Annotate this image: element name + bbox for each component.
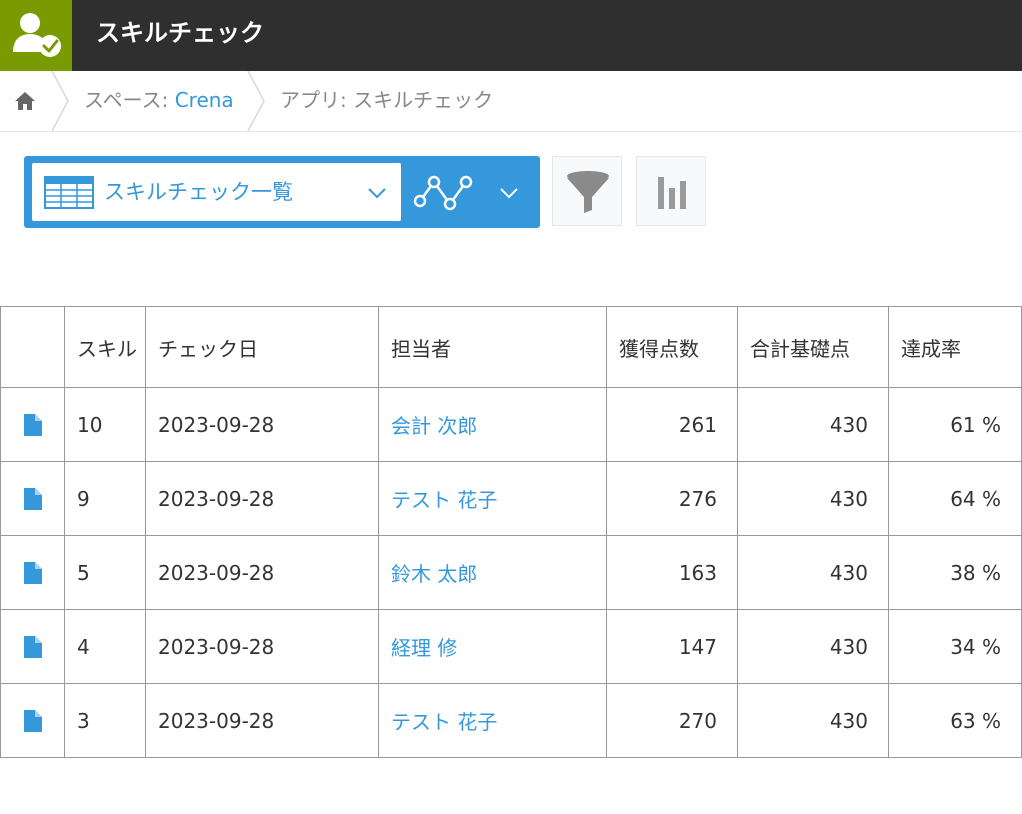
- column-header[interactable]: 担当者: [378, 306, 607, 388]
- skill-id-cell: 3: [64, 683, 146, 758]
- table-header-row: スキル チェック日 担当者 獲得点数 合計基礎点 達成率: [0, 306, 1022, 388]
- base-points-cell: 430: [737, 387, 889, 462]
- date-cell: 2023-09-28: [145, 609, 379, 684]
- chart-button[interactable]: [636, 156, 706, 226]
- view-select[interactable]: スキルチェック一覧: [32, 163, 401, 221]
- breadcrumb-app: アプリ: スキルチェック: [280, 88, 494, 112]
- record-link-cell: [0, 609, 65, 684]
- base-points-cell: 430: [737, 683, 889, 758]
- breadcrumb-separator: [51, 71, 69, 131]
- rate-cell: 64 %: [888, 461, 1022, 536]
- table-grid-icon: [44, 176, 94, 209]
- record-link-cell: [0, 387, 65, 462]
- document-icon[interactable]: [23, 487, 43, 511]
- table-row: 3 2023-09-28 テスト 花子 270 430 63 %: [0, 683, 1022, 758]
- document-icon[interactable]: [23, 413, 43, 437]
- date-cell: 2023-09-28: [145, 461, 379, 536]
- rate-cell: 61 %: [888, 387, 1022, 462]
- header-icon-cell: [0, 306, 65, 388]
- column-header[interactable]: 獲得点数: [606, 306, 738, 388]
- rate-cell: 63 %: [888, 683, 1022, 758]
- user-link[interactable]: 経理 修: [378, 609, 607, 684]
- points-cell: 163: [606, 535, 738, 610]
- record-link-cell: [0, 535, 65, 610]
- points-cell: 276: [606, 461, 738, 536]
- document-icon[interactable]: [23, 709, 43, 733]
- date-cell: 2023-09-28: [145, 387, 379, 462]
- column-header[interactable]: チェック日: [145, 306, 379, 388]
- base-points-cell: 430: [737, 535, 889, 610]
- date-cell: 2023-09-28: [145, 683, 379, 758]
- base-points-cell: 430: [737, 461, 889, 536]
- skill-id-cell: 5: [64, 535, 146, 610]
- app-header: スキルチェック: [0, 0, 1022, 71]
- home-icon[interactable]: [12, 89, 38, 113]
- user-link[interactable]: テスト 花子: [378, 683, 607, 758]
- breadcrumb-separator: [247, 71, 265, 131]
- records-table: スキル チェック日 担当者 獲得点数 合計基礎点 達成率 10 2023-09-…: [0, 306, 1022, 758]
- skill-id-cell: 4: [64, 609, 146, 684]
- chevron-down-icon: [368, 188, 386, 199]
- view-bar: スキルチェック一覧: [24, 156, 540, 228]
- points-cell: 261: [606, 387, 738, 462]
- record-link-cell: [0, 461, 65, 536]
- base-points-cell: 430: [737, 609, 889, 684]
- chevron-down-icon[interactable]: [499, 186, 519, 200]
- bar-chart-icon: [658, 177, 686, 209]
- document-icon[interactable]: [23, 561, 43, 585]
- column-header[interactable]: 達成率: [888, 306, 1022, 388]
- rate-cell: 34 %: [888, 609, 1022, 684]
- table-row: 9 2023-09-28 テスト 花子 276 430 64 %: [0, 461, 1022, 536]
- user-link[interactable]: 会計 次郎: [378, 387, 607, 462]
- document-icon[interactable]: [23, 635, 43, 659]
- table-row: 10 2023-09-28 会計 次郎 261 430 61 %: [0, 387, 1022, 462]
- breadcrumb: スペース: Crena アプリ: スキルチェック: [0, 71, 1022, 132]
- skill-id-cell: 10: [64, 387, 146, 462]
- space-link[interactable]: Crena: [175, 88, 234, 112]
- filter-button[interactable]: [552, 156, 622, 226]
- skill-id-cell: 9: [64, 461, 146, 536]
- record-link-cell: [0, 683, 65, 758]
- column-header[interactable]: スキル: [64, 306, 146, 388]
- line-graph-icon[interactable]: [413, 172, 475, 212]
- table-row: 4 2023-09-28 経理 修 147 430 34 %: [0, 609, 1022, 684]
- breadcrumb-space-prefix: スペース:: [84, 88, 175, 112]
- points-cell: 147: [606, 609, 738, 684]
- filter-funnel-icon: [567, 171, 609, 213]
- app-title: スキルチェック: [96, 19, 264, 47]
- breadcrumb-space: スペース: Crena: [84, 71, 234, 129]
- user-check-icon[interactable]: [0, 0, 72, 71]
- rate-cell: 38 %: [888, 535, 1022, 610]
- points-cell: 270: [606, 683, 738, 758]
- table-row: 5 2023-09-28 鈴木 太郎 163 430 38 %: [0, 535, 1022, 610]
- view-name: スキルチェック一覧: [104, 180, 293, 204]
- user-link[interactable]: テスト 花子: [378, 461, 607, 536]
- date-cell: 2023-09-28: [145, 535, 379, 610]
- column-header[interactable]: 合計基礎点: [737, 306, 889, 388]
- user-link[interactable]: 鈴木 太郎: [378, 535, 607, 610]
